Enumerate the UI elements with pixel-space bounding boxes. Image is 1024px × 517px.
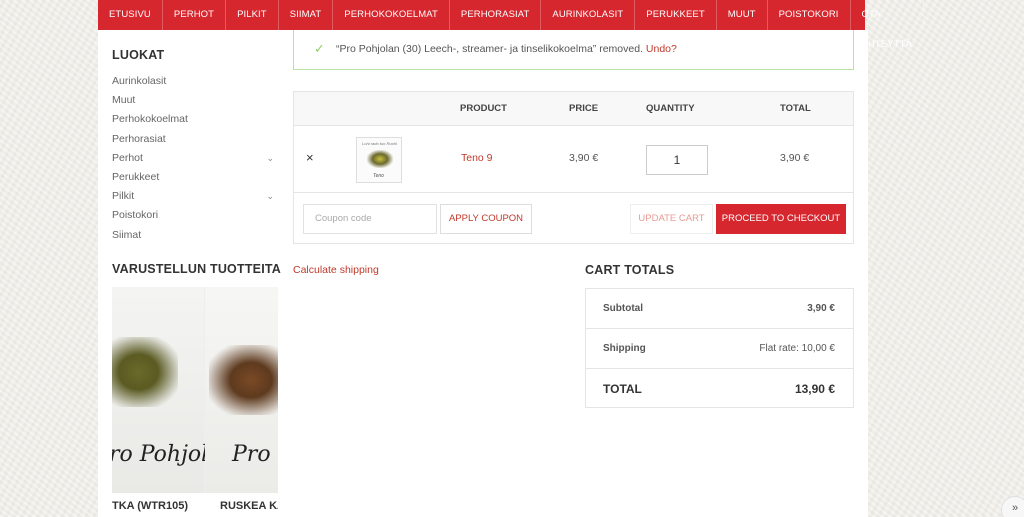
category-item[interactable]: Pilkit ⌄ — [112, 187, 278, 206]
cart-table: PRODUCT PRICE QUANTITY TOTAL × Lohi rado… — [293, 91, 854, 244]
total-label: TOTAL — [603, 382, 642, 396]
nav-item-perhokokoelmat[interactable]: PERHOKOKOELMAT — [333, 0, 450, 30]
featured-product-title[interactable]: RUSKEA KA — [220, 500, 278, 512]
category-label: Perukkeet — [112, 170, 160, 183]
shipping-row: Shipping Flat rate: 10,00 € — [586, 329, 853, 369]
product-price: 3,90 € — [569, 152, 599, 164]
nav-item-perukkeet[interactable]: PERUKKEET — [635, 0, 717, 30]
column-header-quantity: QUANTITY — [646, 103, 695, 114]
category-label: Perhorasiat — [112, 132, 166, 145]
removed-notice: ✓ “Pro Pohjolan (30) Leech-, streamer- j… — [293, 30, 854, 70]
proceed-to-checkout-button[interactable]: PROCEED TO CHECKOUT — [716, 204, 846, 234]
quantity-input[interactable]: 1 — [646, 145, 708, 175]
categories-heading: LUOKAT — [112, 48, 165, 62]
cart-totals-heading: CART TOTALS — [585, 263, 675, 277]
product-thumbnail[interactable]: Lohi rado tuo Ruohi Teno — [356, 137, 402, 183]
notice-message: “Pro Pohjolan (30) Leech-, streamer- ja … — [336, 43, 643, 55]
category-label: Aurinkolasit — [112, 75, 167, 87]
nav-item-aurinkolasit[interactable]: AURINKOLASIT — [541, 0, 636, 30]
column-header-product: PRODUCT — [460, 103, 507, 114]
category-label: Siimat — [112, 228, 142, 241]
remove-item-icon[interactable]: × — [306, 150, 314, 165]
cart-table-header: PRODUCT PRICE QUANTITY TOTAL — [294, 92, 853, 126]
subtotal-value: 3,90 € — [807, 303, 835, 314]
column-header-total: TOTAL — [780, 103, 811, 114]
featured-heading: VARUSTELLUN TUOTTEITA — [112, 262, 282, 276]
category-list: Aurinkolasit Muut Perhokokoelmat Perhora… — [112, 72, 278, 245]
shipping-value: Flat rate: 10,00 € — [759, 343, 835, 354]
undo-link[interactable]: Undo? — [646, 43, 677, 55]
checkmark-icon: ✓ — [314, 41, 325, 56]
category-item[interactable]: Muut — [112, 91, 278, 110]
total-row: TOTAL 13,90 € — [586, 369, 853, 409]
featured-carousel: ro Pohjola Pro — [112, 287, 278, 493]
subtotal-row: Subtotal 3,90 € — [586, 289, 853, 329]
chevron-double-up-icon[interactable]: » — [1001, 496, 1024, 517]
apply-coupon-button[interactable]: APPLY COUPON — [440, 204, 532, 234]
featured-product-image[interactable]: Pro — [205, 287, 278, 493]
total-value: 13,90 € — [794, 382, 835, 396]
calculate-shipping-link[interactable]: Calculate shipping — [293, 264, 379, 276]
category-label: Perhot — [112, 151, 143, 164]
product-name-link[interactable]: Teno 9 — [461, 152, 493, 164]
thumbnail-caption: Teno — [373, 173, 384, 179]
chevron-down-icon[interactable]: ⌄ — [266, 187, 274, 206]
featured-product-title[interactable]: TKA (WTR105) — [112, 500, 204, 512]
update-cart-button[interactable]: UPDATE CART — [630, 204, 713, 234]
cart-totals-table: Subtotal 3,90 € Shipping Flat rate: 10,0… — [585, 288, 854, 408]
category-item[interactable]: Aurinkolasit — [112, 72, 278, 91]
nav-item-perhot[interactable]: PERHOT — [163, 0, 227, 30]
nav-item-ota-yhteytta[interactable]: OTA YHTEYTTÄ — [851, 0, 924, 50]
fly-image — [367, 150, 393, 168]
category-item[interactable]: Perukkeet — [112, 168, 278, 187]
nav-item-perhorasiat[interactable]: PERHORASIAT — [450, 0, 542, 30]
category-item[interactable]: Perhokokoelmat — [112, 110, 278, 129]
featured-product-image[interactable]: ro Pohjola — [112, 287, 221, 493]
category-item[interactable]: Perhorasiat — [112, 130, 278, 149]
nav-item-pilkit[interactable]: PILKIT — [226, 0, 279, 30]
category-item[interactable]: Siimat — [112, 226, 278, 245]
coupon-code-input[interactable]: Coupon code — [303, 204, 437, 234]
nav-item-etusivu[interactable]: ETUSIVU — [98, 0, 163, 30]
category-item[interactable]: Poistokori — [112, 206, 278, 225]
category-label: Perhokokoelmat — [112, 113, 188, 126]
main-navigation: ETUSIVU PERHOT PILKIT SIIMAT PERHOKOKOEL… — [98, 0, 924, 50]
content-panel: LUOKAT Aurinkolasit Muut Perhokokoelmat … — [98, 30, 868, 517]
category-item[interactable]: Perhot ⌄ — [112, 149, 278, 168]
nav-item-poistokori[interactable]: POISTOKORI — [768, 0, 851, 30]
cart-actions: Coupon code APPLY COUPON UPDATE CART PRO… — [294, 193, 853, 243]
column-header-price: PRICE — [569, 103, 599, 114]
cart-item-row: × Lohi rado tuo Ruohi Teno Teno 9 3,90 €… — [294, 126, 853, 193]
chevron-down-icon[interactable]: ⌄ — [266, 149, 274, 168]
nav-item-siimat[interactable]: SIIMAT — [279, 0, 334, 30]
product-subtotal: 3,90 € — [780, 152, 810, 164]
category-label: Muut — [112, 94, 136, 107]
shipping-label: Shipping — [603, 343, 646, 354]
category-label: Pilkit — [112, 190, 135, 203]
fly-image — [209, 345, 278, 415]
subtotal-label: Subtotal — [603, 303, 643, 314]
category-label: Poistokori — [112, 209, 159, 222]
nav-item-muut[interactable]: MUUT — [717, 0, 768, 30]
thumbnail-caption: Lohi rado tuo Ruohi — [362, 141, 397, 146]
featured-image-text: Pro — [232, 442, 271, 467]
fly-image — [112, 337, 178, 407]
